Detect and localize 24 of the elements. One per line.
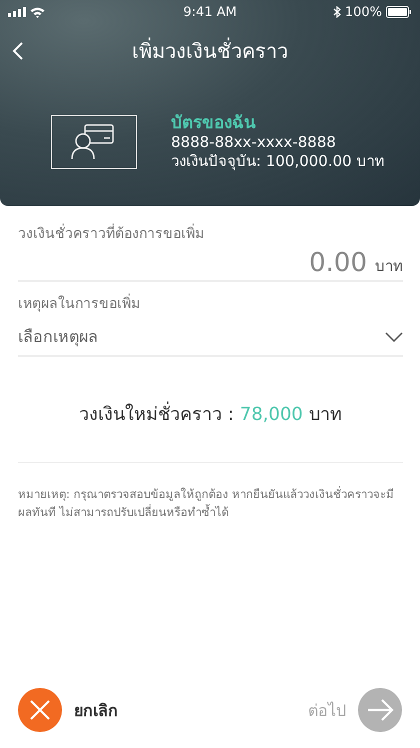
new-limit-label: วงเงินใหม่ชั่วคราว : xyxy=(79,399,234,428)
status-time: 9:41 AM xyxy=(183,4,237,20)
close-icon xyxy=(18,688,62,732)
card-number: 8888-88xx-xxxx-8888 xyxy=(171,133,337,151)
reason-dropdown[interactable]: เลือกเหตุผล xyxy=(18,314,403,357)
arrow-right-icon xyxy=(358,688,402,732)
page-title: เพิ่มวงเงินชั่วคราว xyxy=(132,36,288,65)
current-limit: วงเงินปัจจุบัน: 100,000.00 บาท xyxy=(171,152,384,170)
amount-label: วงเงินชั่วคราวที่ต้องการขอเพิ่ม xyxy=(18,224,403,244)
bluetooth-icon xyxy=(332,6,341,18)
note-text: หมายเหตุ: กรุณาตรวจสอบข้อมูลให้ถูกต้อง หากยืนยันแล้ววงเงินชั่วคราวจะมีผลทันที ไม่สามารถปรับเปลี่ยนหรือทำซ้ำได้ xyxy=(18,485,396,521)
cancel-button[interactable]: ยกเลิก xyxy=(18,688,118,732)
chevron-down-icon xyxy=(385,332,403,342)
new-limit-unit: บาท xyxy=(308,403,342,427)
card-holder-icon xyxy=(51,115,137,169)
new-limit-amount: 78,000 xyxy=(240,404,303,425)
card-name: บัตรของฉัน xyxy=(171,114,257,132)
signal-icon xyxy=(8,7,26,17)
currency-unit: บาท xyxy=(375,256,403,277)
battery-icon xyxy=(386,6,412,18)
battery-percent: 100% xyxy=(344,4,382,20)
reason-label: เหตุผลในการขอเพิ่ม xyxy=(18,294,403,314)
amount-field[interactable]: 0.00 xyxy=(257,248,367,278)
wifi-icon xyxy=(30,6,45,18)
